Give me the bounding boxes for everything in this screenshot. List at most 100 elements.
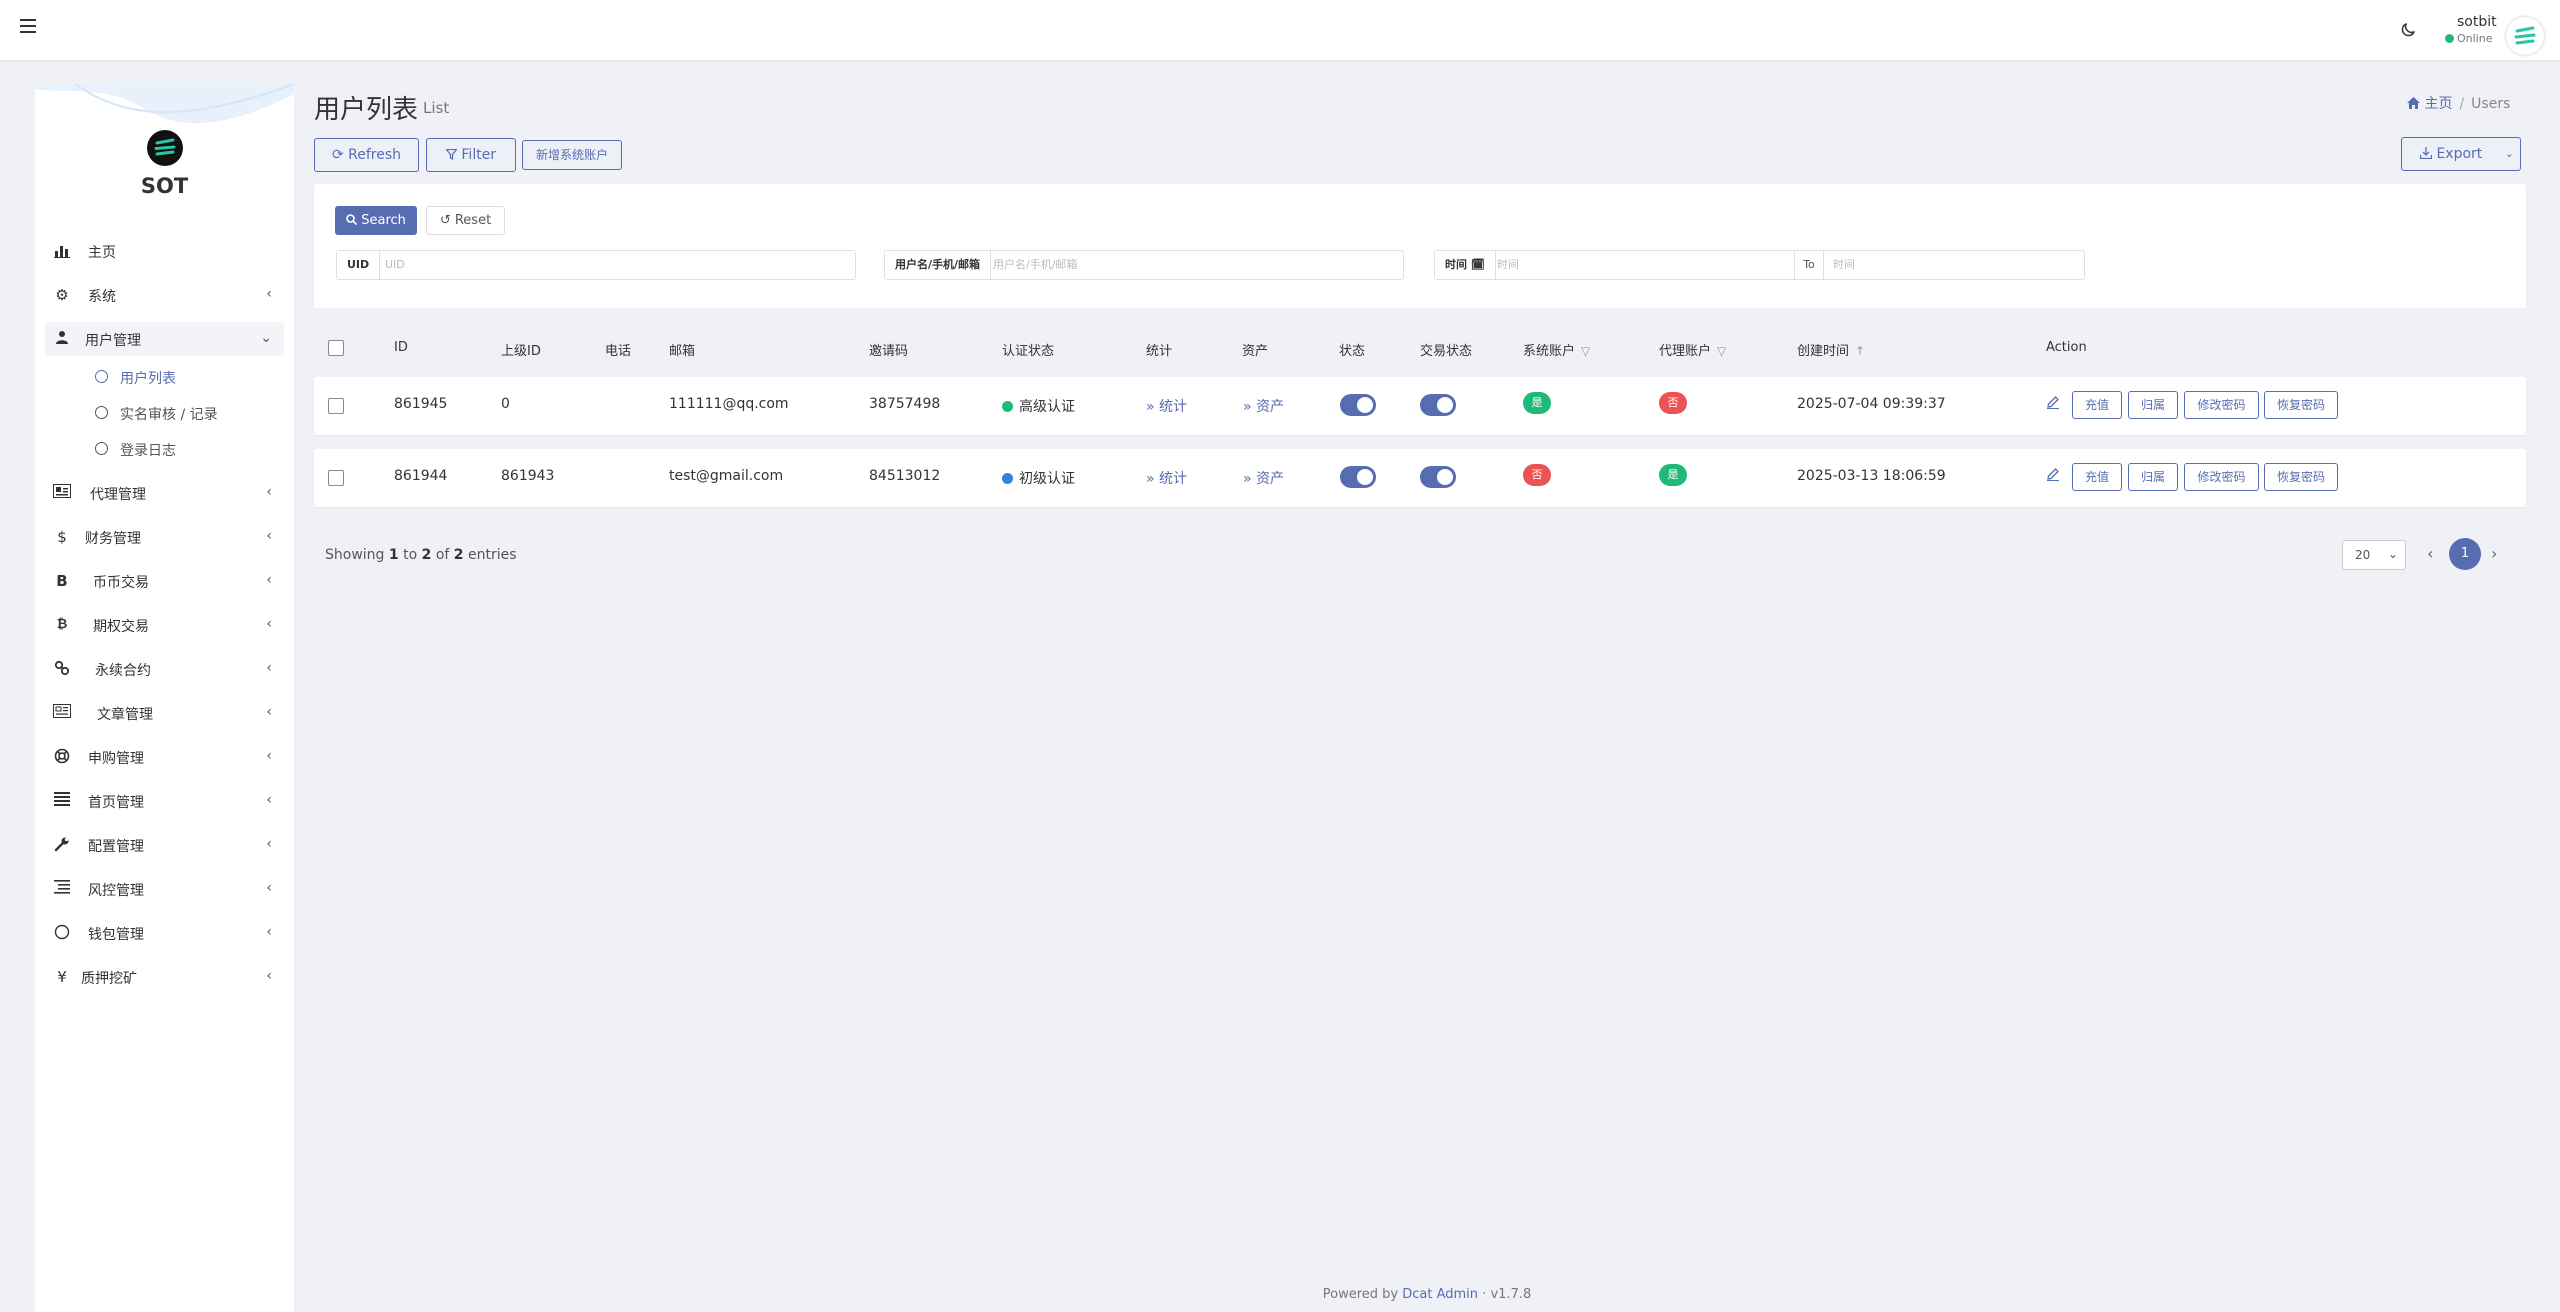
column-header-id[interactable]: ID: [394, 340, 408, 355]
chevron-left-icon: ‹: [266, 572, 272, 588]
wrench-icon: [53, 836, 71, 854]
stats-link[interactable]: » 统计: [1146, 468, 1187, 488]
per-page-select[interactable]: 20 ⌄: [2342, 540, 2406, 570]
circle-icon: [95, 442, 108, 455]
recharge-button[interactable]: 充值: [2072, 391, 2122, 419]
sidebar-item-perpetual[interactable]: 永续合约 ‹: [45, 652, 284, 686]
footer: Powered by Dcat Admin · v1.7.8: [1322, 1287, 1532, 1302]
column-header-created-at[interactable]: 创建时间 ↑: [1797, 340, 1865, 359]
export-button[interactable]: Export ⌄: [2401, 137, 2521, 171]
recharge-button[interactable]: 充值: [2072, 463, 2122, 491]
sort-up-icon[interactable]: ↑: [1855, 344, 1865, 358]
row-checkbox[interactable]: [328, 398, 344, 414]
to-label: To: [1794, 251, 1824, 279]
calendar-icon: 🗓: [1470, 258, 1485, 271]
reset-password-button[interactable]: 恢复密码: [2264, 391, 2338, 419]
search-label: Search: [361, 213, 406, 228]
sidebar-item-config[interactable]: 配置管理 ‹: [45, 828, 284, 862]
search-icon: [346, 213, 361, 228]
refresh-button[interactable]: ⟳ Refresh: [314, 138, 419, 172]
breadcrumb-home[interactable]: 主页: [2424, 96, 2452, 112]
sidebar-item-options-trading[interactable]: ₿ 期权交易 ‹: [45, 608, 284, 642]
assign-button[interactable]: 归属: [2128, 391, 2178, 419]
select-all-checkbox[interactable]: [328, 340, 344, 356]
system-account-badge: 否: [1523, 464, 1551, 486]
user-name[interactable]: sotbit: [2457, 14, 2497, 30]
reset-button[interactable]: ↺ Reset: [426, 206, 505, 235]
trade-status-toggle[interactable]: [1420, 394, 1456, 416]
list-icon: [53, 792, 71, 810]
uid-filter-input[interactable]: UID: [385, 251, 405, 279]
reset-password-button[interactable]: 恢复密码: [2264, 463, 2338, 491]
dark-mode-icon[interactable]: [2399, 21, 2417, 39]
cell-parent-id: 0: [501, 396, 510, 412]
sidebar-item-wallet[interactable]: 钱包管理 ‹: [45, 916, 284, 950]
bitcoin-b-icon: B: [56, 572, 68, 590]
sidebar-item-home[interactable]: 主页: [45, 234, 284, 268]
filter-button[interactable]: Filter: [426, 138, 516, 172]
time-range-filter-field[interactable]: 时间 🗓 时间 To 时间: [1434, 250, 2085, 280]
sidebar-item-label: 系统: [88, 289, 116, 305]
column-header-verify-status: 认证状态: [1002, 344, 1055, 359]
sidebar-item-label: 质押挖矿: [81, 971, 137, 987]
change-password-button[interactable]: 修改密码: [2184, 463, 2259, 491]
agent-account-badge: 是: [1659, 464, 1687, 486]
edit-icon[interactable]: [2046, 395, 2060, 409]
sidebar-item-staking[interactable]: ¥ 质押挖矿 ‹: [45, 960, 284, 994]
next-page-icon[interactable]: ›: [2491, 544, 2497, 563]
status-toggle[interactable]: [1340, 394, 1376, 416]
row-checkbox[interactable]: [328, 470, 344, 486]
sidebar-item-agent-management[interactable]: 代理管理 ‹: [45, 476, 284, 510]
double-chevron-icon: »: [1243, 471, 1252, 487]
sidebar-item-label: 风控管理: [88, 883, 144, 899]
sot-logo-icon: [2514, 26, 2536, 45]
assign-button[interactable]: 归属: [2128, 463, 2178, 491]
online-dot-icon: [2445, 34, 2454, 43]
assets-link[interactable]: » 资产: [1243, 468, 1284, 488]
time-from-input[interactable]: 时间: [1497, 251, 1519, 279]
sidebar-subitem-label: 用户列表: [120, 371, 176, 387]
home-icon: [2407, 96, 2424, 112]
prev-page-icon[interactable]: ‹: [2427, 544, 2433, 563]
page-title: 用户列表: [314, 95, 419, 125]
sidebar-item-finance[interactable]: $ 财务管理 ‹: [45, 520, 284, 554]
chevron-left-icon: ‹: [266, 748, 272, 764]
avatar[interactable]: [2506, 17, 2544, 55]
search-button[interactable]: Search: [335, 206, 417, 235]
filter-icon[interactable]: ▽: [1717, 344, 1726, 358]
current-page-button[interactable]: 1: [2449, 538, 2481, 570]
assets-link[interactable]: » 资产: [1243, 396, 1284, 416]
change-password-button[interactable]: 修改密码: [2184, 391, 2259, 419]
sidebar-item-spot-trading[interactable]: B 币币交易 ‹: [45, 564, 284, 598]
cell-verify-status: 初级认证: [1002, 468, 1075, 488]
sidebar-item-system[interactable]: ⚙ 系统 ‹: [45, 278, 284, 312]
sidebar-item-user-management[interactable]: 用户管理 ⌄: [45, 322, 284, 356]
chevron-down-icon: ⌄: [2504, 147, 2514, 160]
user-filter-field[interactable]: 用户名/手机/邮箱 用户名/手机/邮箱: [884, 250, 1404, 280]
chevron-down-icon: ⌄: [260, 330, 272, 346]
uid-filter-field[interactable]: UID UID: [336, 250, 856, 280]
sidebar-item-homepage[interactable]: 首页管理 ‹: [45, 784, 284, 818]
stats-link[interactable]: » 统计: [1146, 396, 1187, 416]
page-subtitle: List: [423, 99, 450, 117]
sidebar-item-articles[interactable]: 文章管理 ‹: [45, 696, 284, 730]
trade-status-toggle[interactable]: [1420, 466, 1456, 488]
cell-created-at: 2025-03-13 18:06:59: [1797, 468, 1946, 484]
column-header-system-account[interactable]: 系统账户 ▽: [1523, 340, 1590, 359]
new-system-account-button[interactable]: 新增系统账户: [522, 140, 622, 170]
sidebar-item-risk-control[interactable]: 风控管理 ‹: [45, 872, 284, 906]
sidebar-subitem-label: 实名审核 / 记录: [120, 407, 218, 423]
sidebar-item-subscription[interactable]: 申购管理 ‹: [45, 740, 284, 774]
time-to-input[interactable]: 时间: [1833, 251, 1855, 279]
status-toggle[interactable]: [1340, 466, 1376, 488]
column-header-agent-account[interactable]: 代理账户 ▽: [1659, 340, 1726, 359]
filter-icon[interactable]: ▽: [1581, 344, 1590, 358]
menu-toggle-icon[interactable]: [20, 19, 36, 35]
dcat-admin-link[interactable]: Dcat Admin: [1402, 1287, 1478, 1302]
user-filter-input[interactable]: 用户名/手机/邮箱: [993, 251, 1077, 279]
refresh-label: Refresh: [348, 147, 402, 163]
column-header-phone: 电话: [605, 344, 632, 359]
users-icon: [53, 330, 71, 348]
chevron-left-icon: ‹: [266, 484, 272, 500]
edit-icon[interactable]: [2046, 467, 2060, 481]
